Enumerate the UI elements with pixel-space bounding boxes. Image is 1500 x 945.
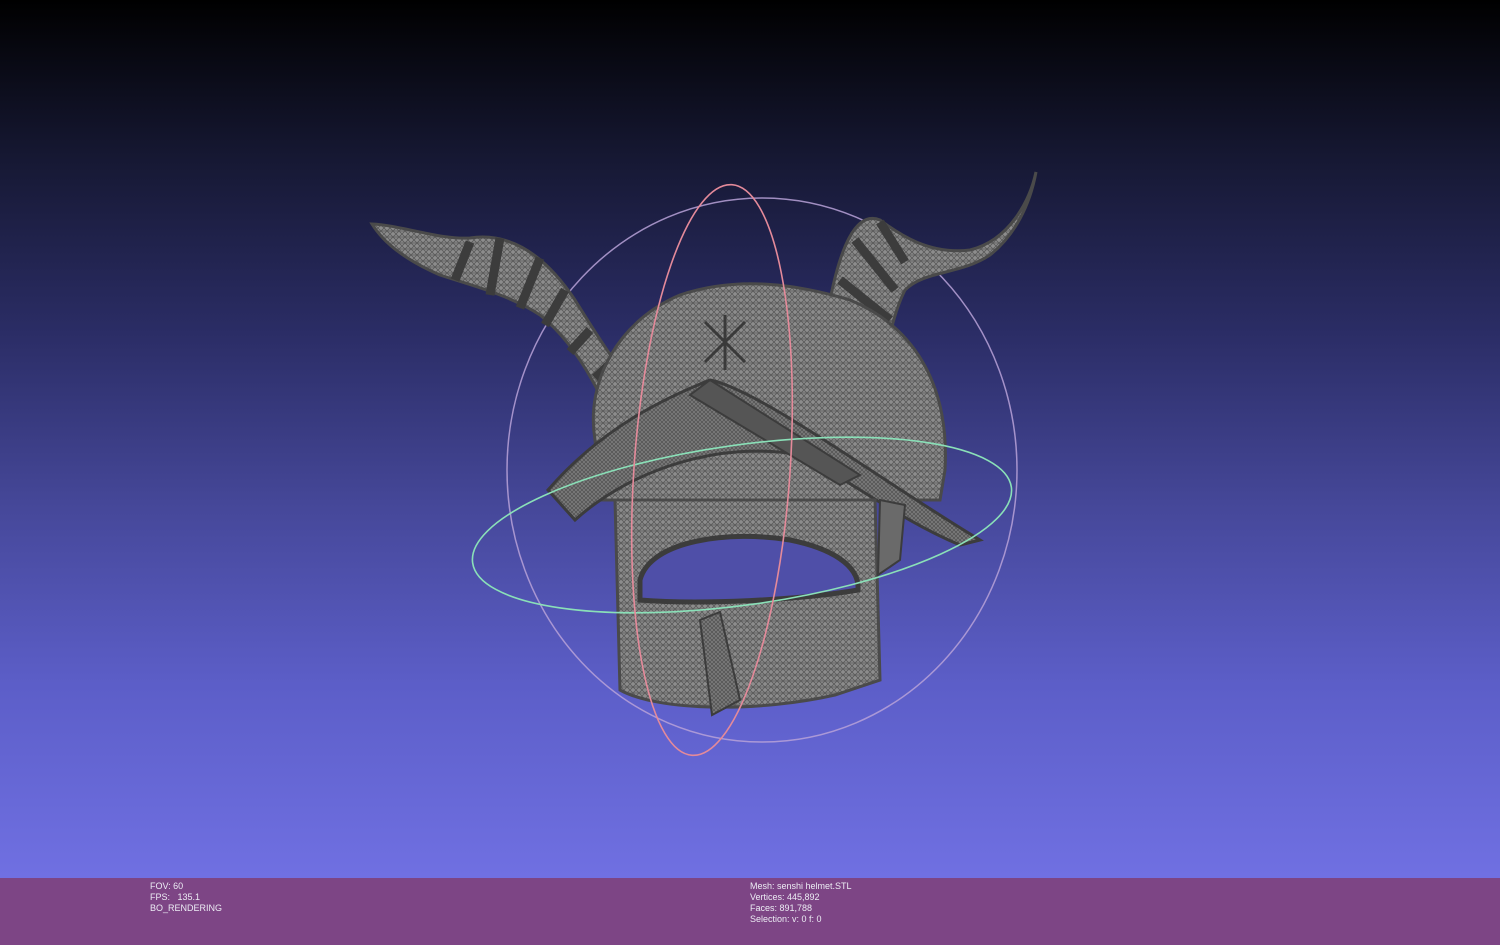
face-count: Faces: 891,788 xyxy=(750,903,813,913)
fov-readout: FOV: 60 xyxy=(150,881,184,891)
selection-count: Selection: v: 0 f: 0 xyxy=(750,914,822,924)
mesh-render[interactable] xyxy=(0,0,1500,878)
mesh-name: Mesh: senshi helmet.STL xyxy=(750,881,852,891)
render-mode-readout: BO_RENDERING xyxy=(150,903,223,913)
vertex-count: Vertices: 445,892 xyxy=(750,892,820,902)
render-info: FOV: 60 FPS: 135.1 BO_RENDERING xyxy=(150,881,222,914)
3d-viewport[interactable] xyxy=(0,0,1500,878)
fps-readout: FPS: 135.1 xyxy=(150,892,201,902)
helmet xyxy=(545,282,984,717)
left-horn xyxy=(369,222,644,397)
mesh-info: Mesh: senshi helmet.STL Vertices: 445,89… xyxy=(750,881,852,925)
status-info-bar: FOV: 60 FPS: 135.1 BO_RENDERING Mesh: se… xyxy=(0,878,1500,945)
